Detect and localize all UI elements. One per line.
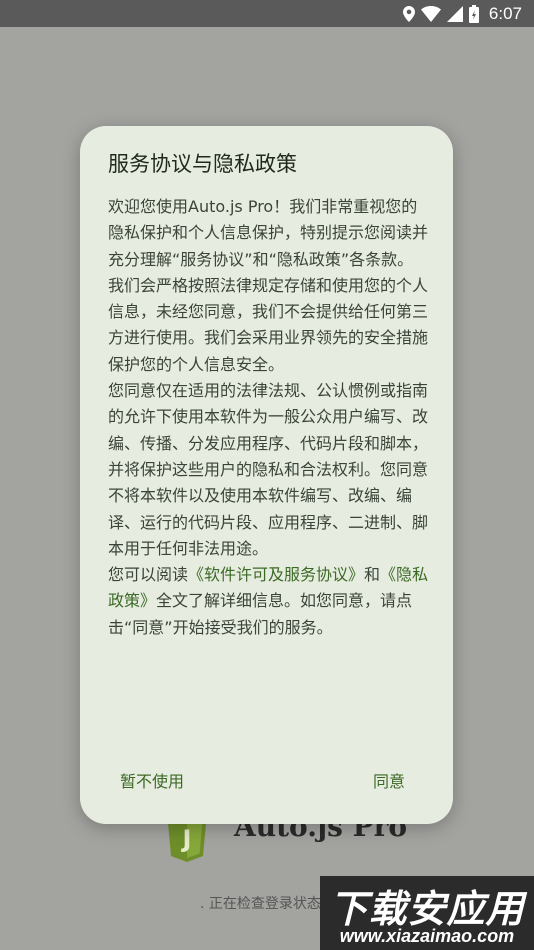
agree-button[interactable]: 同意	[373, 768, 405, 792]
watermark-url: www.xiazaimao.com	[339, 926, 515, 946]
paragraph-usage: 您同意仅在适用的法律法规、公认惯例或指南的允许下使用本软件为一般公众用户编写、改…	[108, 381, 429, 558]
watermark: 下载安应用 www.xiazaimao.com	[320, 876, 534, 950]
license-agreement-link[interactable]: 《软件许可及服务协议》	[188, 565, 364, 584]
wifi-icon	[420, 5, 441, 22]
paragraph-links: 您可以阅读《软件许可及服务协议》和《隐私政策》全文了解详细信息。如您同意，请点击…	[108, 562, 430, 641]
location-icon	[402, 5, 415, 22]
signal-icon	[446, 5, 463, 22]
logo-letter: J	[181, 825, 192, 853]
dialog-title: 服务协议与隐私政策	[108, 152, 297, 176]
links-and: 和	[364, 565, 381, 585]
battery-icon	[468, 4, 479, 23]
decline-button[interactable]: 暂不使用	[120, 768, 184, 792]
watermark-title: 下载安应用	[329, 887, 525, 931]
loading-status: . 正在检查登录状态	[200, 896, 321, 912]
paragraph-welcome: 欢迎您使用Auto.js Pro！我们非常重视您的隐私保护和个人信息保护，特别提…	[108, 197, 429, 269]
status-bar: 6:07	[0, 0, 534, 27]
status-time: 6:07	[488, 3, 522, 23]
privacy-dialog: 服务协议与隐私政策 欢迎您使用Auto.js Pro！我们非常重视您的隐私保护和…	[80, 126, 453, 824]
dialog-body: 欢迎您使用Auto.js Pro！我们非常重视您的隐私保护和个人信息保护，特别提…	[108, 194, 430, 641]
status-icons: 6:07	[402, 0, 522, 27]
paragraph-storage: 我们会严格按照法律规定存储和使用您的个人信息，未经您同意，我们不会提供给任何第三…	[108, 275, 429, 374]
links-prefix: 您可以阅读	[108, 565, 189, 585]
